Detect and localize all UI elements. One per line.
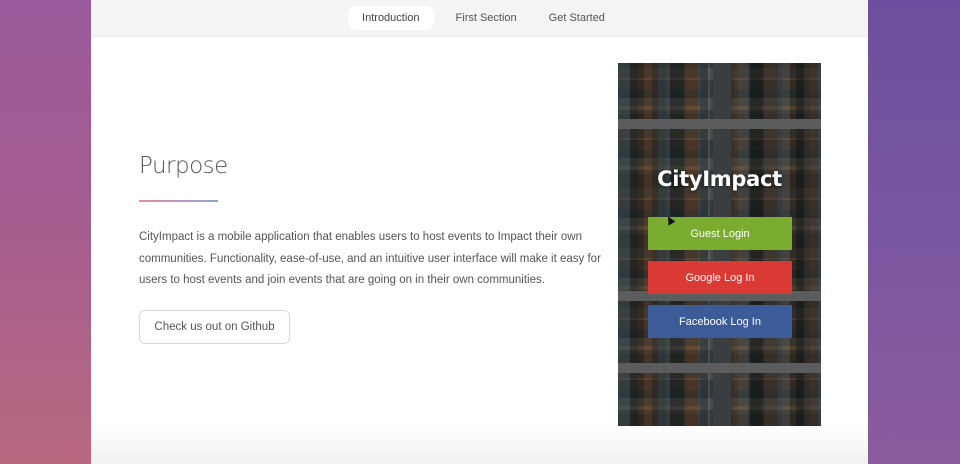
app-title: CityImpact	[657, 167, 782, 191]
nav-first-section[interactable]: First Section	[446, 6, 527, 30]
section-description: CityImpact is a mobile application that …	[139, 231, 601, 286]
title-divider	[139, 200, 218, 202]
google-login-button[interactable]: Google Log In	[648, 261, 792, 294]
road	[618, 363, 821, 373]
background-right	[868, 0, 960, 464]
intro-section: Purpose CityImpact is a mobile applicati…	[91, 37, 868, 464]
github-button[interactable]: Check us out on Github	[139, 310, 290, 344]
facebook-login-button[interactable]: Facebook Log In	[648, 305, 792, 338]
road	[618, 119, 821, 129]
section-title: Purpose	[139, 153, 228, 179]
nav-introduction[interactable]: Introduction	[348, 6, 434, 30]
bottom-band	[91, 426, 868, 464]
top-nav: Introduction First Section Get Started	[91, 0, 868, 37]
page-container: Introduction First Section Get Started P…	[91, 0, 868, 464]
app-screenshot: CityImpact Guest Login Google Log In Fac…	[618, 63, 821, 428]
nav-get-started[interactable]: Get Started	[539, 6, 615, 30]
background-left	[0, 0, 91, 464]
